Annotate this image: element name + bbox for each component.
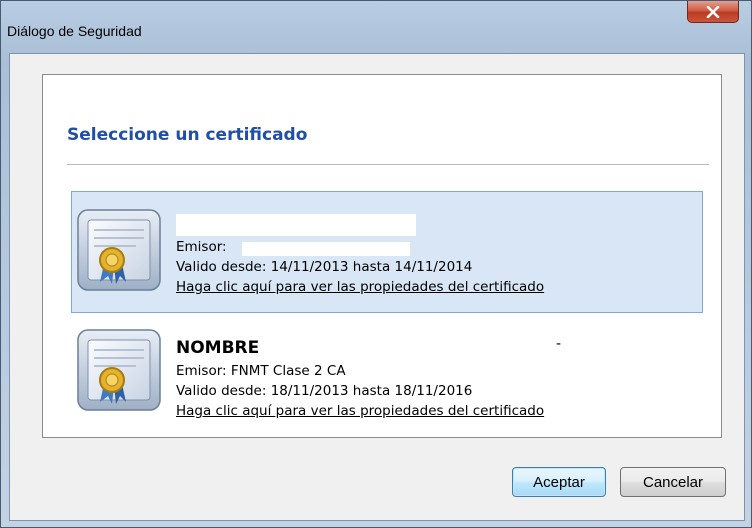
window-title: Diálogo de Seguridad xyxy=(7,23,142,39)
title-bar[interactable]: Diálogo de Seguridad xyxy=(1,1,751,53)
redacted-name xyxy=(176,214,416,236)
certificate-issuer: Emisor: FNMT Clase 2 CA xyxy=(176,363,346,379)
certificate-properties-link[interactable]: Haga clic aquí para ver las propiedades … xyxy=(176,278,544,296)
certificate-item-selected[interactable]: Emisor: Valido desde: 14/11/2013 hasta 1… xyxy=(71,191,703,313)
close-button[interactable] xyxy=(687,1,739,23)
certificate-panel: Seleccione un certificado Emisor: Valido… xyxy=(42,74,722,438)
dialog-client-area: Seleccione un certificado Emisor: Valido… xyxy=(9,53,745,521)
security-dialog-window: Diálogo de Seguridad Seleccione un certi… xyxy=(0,0,752,528)
redacted-issuer xyxy=(242,242,410,256)
certificate-properties-link[interactable]: Haga clic aquí para ver las propiedades … xyxy=(176,402,544,420)
certificate-icon xyxy=(76,328,162,412)
certificate-icon xyxy=(76,208,162,292)
certificate-item[interactable]: NOMBRE - Emisor: FNMT Clase 2 CA Valido … xyxy=(71,315,703,437)
certificate-name: NOMBRE xyxy=(176,338,260,358)
certificate-validity: Valido desde: 18/11/2013 hasta 18/11/201… xyxy=(176,383,473,399)
certificate-name-suffix: - xyxy=(556,336,562,352)
certificate-issuer: Emisor: xyxy=(176,239,227,255)
panel-heading: Seleccione un certificado xyxy=(67,125,308,145)
divider xyxy=(67,164,709,165)
cancel-button[interactable]: Cancelar xyxy=(620,467,726,497)
certificate-validity: Valido desde: 14/11/2013 hasta 14/11/201… xyxy=(176,259,473,275)
close-icon xyxy=(706,5,720,18)
accept-button[interactable]: Aceptar xyxy=(512,467,606,497)
